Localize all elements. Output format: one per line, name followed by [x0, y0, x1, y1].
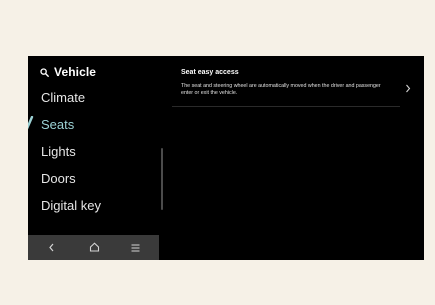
sidebar-item-doors[interactable]: Doors: [41, 171, 76, 186]
back-button[interactable]: [36, 235, 66, 260]
sidebar-item-lights[interactable]: Lights: [41, 144, 76, 159]
divider: [172, 106, 400, 107]
search-bar[interactable]: Vehicle: [40, 65, 96, 79]
seat-easy-access-row[interactable]: Seat easy access The seat and steering w…: [172, 64, 424, 107]
back-chevron-icon: [48, 239, 55, 257]
sidebar-item-digital-key[interactable]: Digital key: [41, 198, 101, 213]
setting-description: The seat and steering wheel are automati…: [181, 83, 381, 96]
home-icon: [89, 239, 100, 257]
sidebar: Vehicle Climate Seats Lights Doors Digit…: [28, 56, 163, 260]
sidebar-item-seats[interactable]: Seats: [41, 117, 74, 132]
home-button[interactable]: [79, 235, 109, 260]
chevron-right-icon: [405, 80, 411, 98]
infotainment-screen: Vehicle Climate Seats Lights Doors Digit…: [28, 56, 424, 260]
search-title: Vehicle: [54, 65, 97, 79]
search-icon[interactable]: [40, 67, 49, 77]
menu-button[interactable]: [120, 235, 150, 260]
setting-title: Seat easy access: [181, 69, 239, 76]
settings-panel: Seat easy access The seat and steering w…: [172, 56, 424, 260]
menu-icon: [131, 239, 140, 257]
bottom-navigation-bar: [28, 235, 159, 260]
active-indicator-icon: [28, 115, 34, 137]
sidebar-scrollbar[interactable]: [161, 148, 163, 210]
sidebar-item-climate[interactable]: Climate: [41, 90, 85, 105]
